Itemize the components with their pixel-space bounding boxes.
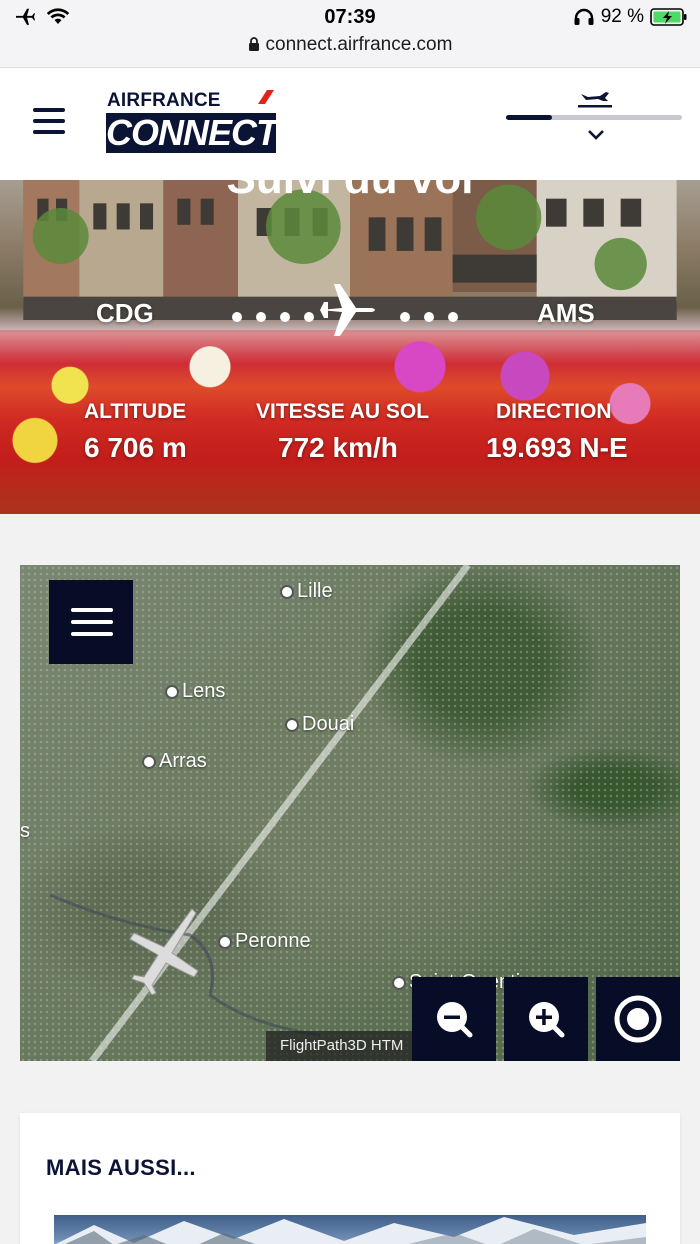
city-name: Lens bbox=[182, 680, 226, 702]
city-dot bbox=[285, 717, 299, 732]
stat-value: 772 km/h bbox=[278, 432, 398, 463]
city-dot bbox=[218, 934, 232, 949]
flight-map[interactable]: Lille Lens Douai Arras Peronne Saint-Que… bbox=[20, 565, 680, 1061]
menu-bar bbox=[71, 620, 113, 624]
stat-label: ALTITUDE bbox=[84, 400, 187, 423]
route-dots-left bbox=[232, 312, 314, 322]
menu-bar bbox=[71, 632, 113, 636]
stat-label: DIRECTION bbox=[496, 400, 612, 423]
logo-connect[interactable]: CONNECT bbox=[106, 113, 278, 153]
stat-ground-speed: VITESSE AU SOL 772 km/h bbox=[256, 400, 429, 464]
city-name: Lille bbox=[297, 580, 333, 602]
battery-charging-icon bbox=[650, 8, 687, 26]
address-bar[interactable]: connect.airfrance.com bbox=[0, 34, 700, 56]
battery-percent: 92 % bbox=[600, 6, 644, 27]
city-dot bbox=[142, 754, 156, 769]
route-dots-right bbox=[400, 312, 458, 322]
menu-bar bbox=[71, 608, 113, 612]
mountains-image[interactable] bbox=[54, 1215, 646, 1244]
stat-altitude: ALTITUDE 6 706 m bbox=[84, 400, 187, 464]
flight-hero: Suivi du vol CDG AMS ALTITUDE 6 706 m VI… bbox=[0, 180, 700, 514]
stat-value: 6 706 m bbox=[84, 432, 187, 463]
city-dot bbox=[280, 584, 294, 599]
airplane-icon bbox=[320, 284, 375, 336]
map-credit: FlightPath3D HTM bbox=[266, 1031, 416, 1061]
more-card: MAIS AUSSI... bbox=[20, 1113, 680, 1244]
stat-value: 19.693 N-E bbox=[486, 432, 628, 463]
target-icon bbox=[614, 995, 662, 1043]
status-right: 92 % bbox=[573, 6, 688, 28]
destination-code: AMS bbox=[537, 298, 595, 328]
city-name: Arras bbox=[159, 750, 207, 772]
city-dot bbox=[392, 975, 406, 990]
logo-airfrance[interactable]: AIRFRANCE bbox=[107, 90, 221, 112]
site-header: AIRFRANCE CONNECT bbox=[0, 68, 700, 180]
stat-label: VITESSE AU SOL bbox=[256, 400, 430, 423]
section-title: MAIS AUSSI... bbox=[46, 1155, 196, 1180]
city-label: Arras bbox=[142, 750, 207, 773]
stat-direction: DIRECTION 19.693 N-E bbox=[486, 400, 628, 464]
menu-bar bbox=[33, 130, 65, 134]
headphones-icon bbox=[574, 8, 594, 25]
city-label: Peronne bbox=[218, 930, 311, 953]
aircraft-marker-icon bbox=[129, 908, 199, 995]
logo-slash-icon bbox=[258, 90, 274, 104]
lock-icon bbox=[248, 37, 259, 51]
zoom-out-button[interactable] bbox=[412, 977, 496, 1061]
chevron-down-icon[interactable] bbox=[588, 130, 604, 140]
menu-bar bbox=[33, 119, 65, 123]
flight-progress[interactable] bbox=[506, 88, 682, 148]
map-menu-button[interactable] bbox=[49, 580, 133, 664]
progress-fill bbox=[506, 115, 552, 120]
city-label: Douai bbox=[285, 713, 354, 736]
menu-button[interactable] bbox=[33, 108, 65, 134]
zoom-in-icon bbox=[529, 1002, 565, 1038]
city-name: Peronne bbox=[235, 930, 311, 952]
city-label: Lens bbox=[165, 680, 225, 703]
plane-landing-icon bbox=[578, 92, 612, 108]
status-bar: 07:39 92 % connect.airfrance.com bbox=[0, 0, 700, 68]
city-name: s bbox=[20, 820, 30, 842]
edge-city-label: s bbox=[20, 820, 30, 843]
hero-title: Suivi du vol bbox=[0, 180, 700, 204]
mountain-illustration bbox=[56, 1217, 646, 1244]
city-dot bbox=[165, 684, 179, 699]
recenter-button[interactable] bbox=[596, 977, 680, 1061]
menu-bar bbox=[33, 108, 65, 112]
zoom-in-button[interactable] bbox=[504, 977, 588, 1061]
progress-track bbox=[506, 115, 682, 120]
origin-code: CDG bbox=[96, 298, 154, 328]
city-label: Lille bbox=[280, 580, 333, 603]
city-name: Douai bbox=[302, 713, 355, 735]
url-text: connect.airfrance.com bbox=[265, 34, 453, 55]
zoom-out-icon bbox=[437, 1002, 473, 1038]
